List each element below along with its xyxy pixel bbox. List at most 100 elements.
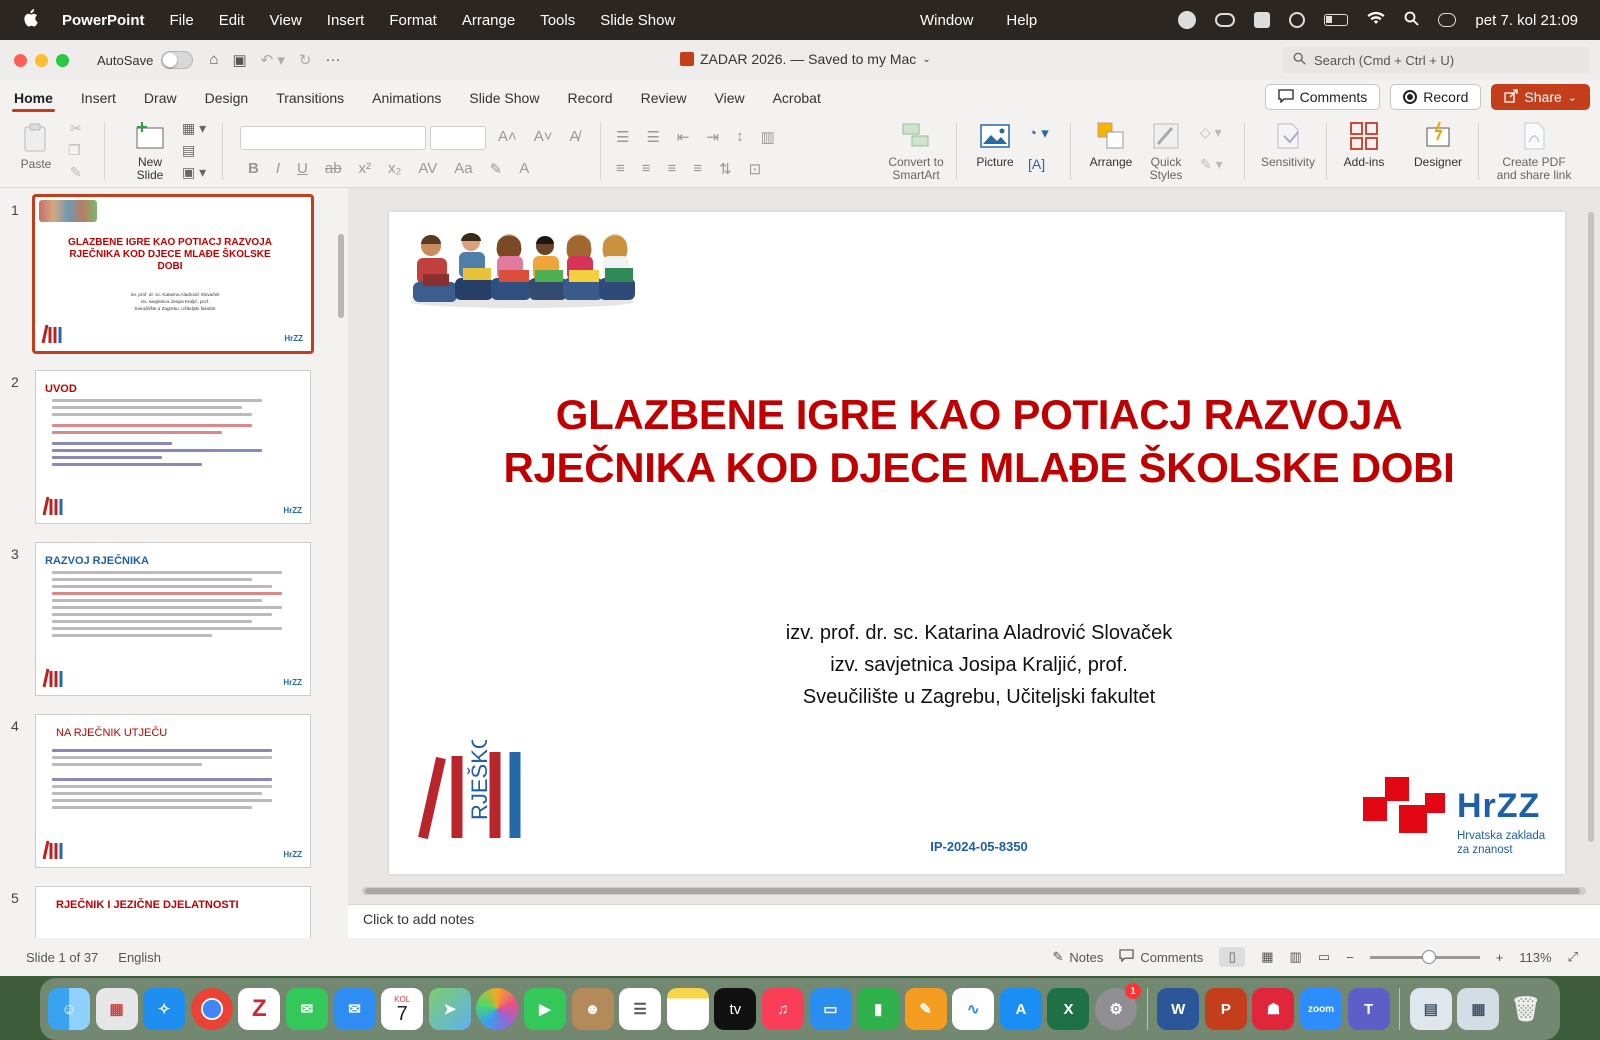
- save-icon[interactable]: ▣: [232, 51, 246, 69]
- launchpad-icon[interactable]: ▦: [95, 988, 138, 1030]
- battery-icon[interactable]: [1324, 14, 1349, 26]
- reading-view-icon[interactable]: ▥: [1290, 949, 1302, 965]
- tab-review[interactable]: Review: [627, 80, 701, 116]
- subscript-icon[interactable]: x₂: [388, 160, 401, 178]
- slide-thumbnail-2[interactable]: UVOD HrZZ: [35, 370, 311, 524]
- zoom-out-icon[interactable]: −: [1346, 950, 1354, 965]
- change-case-icon[interactable]: Aa: [454, 160, 472, 178]
- tab-animations[interactable]: Animations: [358, 80, 455, 116]
- strikethrough-icon[interactable]: ab: [325, 160, 342, 178]
- increase-font-icon[interactable]: A˄: [498, 128, 517, 145]
- slide-thumbnail-5[interactable]: RJEČNIK I JEZIČNE DJELATNOSTI: [35, 886, 311, 944]
- create-pdf-button[interactable]: Create PDF and share link: [1486, 120, 1582, 182]
- menu-window[interactable]: Window: [920, 12, 973, 29]
- document-title[interactable]: ZADAR 2026. — Saved to my Mac ⌄: [680, 51, 931, 67]
- menu-arrange[interactable]: Arrange: [462, 12, 515, 29]
- decrease-font-icon[interactable]: A˅: [534, 128, 553, 145]
- arrange-button[interactable]: Arrange: [1086, 120, 1136, 169]
- tab-design[interactable]: Design: [191, 80, 263, 116]
- music-icon[interactable]: ♫: [761, 988, 804, 1030]
- autosave-toggle[interactable]: [161, 51, 194, 69]
- reminders-icon[interactable]: ☰: [619, 988, 662, 1030]
- current-slide[interactable]: GLAZBENE IGRE KAO POTIACJ RAZVOJA RJEČNI…: [389, 212, 1565, 874]
- apple-icon[interactable]: [22, 8, 42, 32]
- recent-files-stack-icon[interactable]: ▦: [1457, 988, 1500, 1030]
- menu-format[interactable]: Format: [389, 12, 437, 29]
- reset-icon[interactable]: ▤: [182, 142, 195, 159]
- tab-home[interactable]: Home: [0, 80, 67, 116]
- downloads-stack-icon[interactable]: ▤: [1409, 988, 1452, 1030]
- notes-button[interactable]: ✎ Notes: [1052, 949, 1103, 965]
- character-spacing-icon[interactable]: AV: [418, 160, 437, 178]
- numbering-icon[interactable]: ☰: [646, 128, 659, 146]
- share-button[interactable]: Share ⌄: [1491, 84, 1590, 110]
- presenter-view-icon[interactable]: ▭: [1318, 949, 1330, 965]
- wifi-icon[interactable]: [1367, 11, 1385, 29]
- powerpoint-icon[interactable]: P: [1204, 988, 1247, 1030]
- slide-title[interactable]: GLAZBENE IGRE KAO POTIACJ RAZVOJA RJEČNI…: [489, 388, 1469, 494]
- notes-app-icon[interactable]: [666, 988, 709, 1030]
- slide-thumbnail-3[interactable]: RAZVOJ RJEČNIKA HrZZ: [35, 542, 311, 696]
- menu-slide-show[interactable]: Slide Show: [600, 12, 675, 29]
- align-left-icon[interactable]: ≡: [616, 160, 625, 178]
- app-store-icon[interactable]: A: [999, 988, 1042, 1030]
- underline-icon[interactable]: U: [297, 160, 308, 178]
- teams-like-icon[interactable]: ☗: [1252, 988, 1295, 1030]
- font-color-icon[interactable]: A: [519, 160, 529, 178]
- system-settings-icon[interactable]: ⚙ 1: [1095, 983, 1142, 1030]
- home-icon[interactable]: ⌂: [209, 51, 218, 69]
- shapes-icon[interactable]: ◔ ▾: [1028, 124, 1049, 142]
- zoom-icon[interactable]: zoom: [1300, 988, 1343, 1030]
- tab-draw[interactable]: Draw: [130, 80, 191, 116]
- safari-icon[interactable]: ✧: [143, 988, 186, 1030]
- format-painter-icon[interactable]: ✎: [70, 164, 82, 181]
- font-name-dropdown[interactable]: [240, 126, 426, 150]
- more-icon[interactable]: ···: [325, 51, 340, 69]
- notes-pane[interactable]: Click to add notes: [348, 904, 1600, 938]
- clear-formatting-icon[interactable]: A̸: [570, 128, 580, 145]
- calendar-icon[interactable]: KOL 7: [381, 988, 424, 1030]
- tab-acrobat[interactable]: Acrobat: [759, 80, 835, 116]
- comments-button[interactable]: Comments: [1264, 84, 1381, 110]
- zoom-level[interactable]: 113%: [1519, 950, 1551, 965]
- zoom-status-icon[interactable]: [1178, 11, 1197, 29]
- menu-clock[interactable]: pet 7. kol 21:09: [1475, 12, 1578, 29]
- search-box[interactable]: Search (Cmd + Ctrl + U): [1283, 46, 1589, 74]
- font-size-dropdown[interactable]: [430, 126, 486, 150]
- play-icon[interactable]: [1289, 12, 1306, 28]
- facetime-icon[interactable]: ▶: [523, 988, 566, 1030]
- record-button[interactable]: Record: [1390, 84, 1482, 110]
- menu-app-name[interactable]: PowerPoint: [62, 12, 145, 29]
- shape-fill-icon[interactable]: ◇ ▾: [1200, 124, 1222, 141]
- control-center-icon[interactable]: [1438, 13, 1457, 27]
- finder-icon[interactable]: ☺: [48, 988, 90, 1030]
- bold-icon[interactable]: B: [248, 160, 259, 178]
- contacts-icon[interactable]: ☻: [571, 988, 614, 1030]
- messages-icon[interactable]: ✉: [285, 988, 328, 1030]
- keynote-icon[interactable]: ▭: [809, 988, 852, 1030]
- tab-record[interactable]: Record: [553, 80, 626, 116]
- redo-icon[interactable]: ↻: [299, 51, 312, 69]
- chrome-icon[interactable]: [190, 988, 233, 1030]
- close-window-button[interactable]: [14, 53, 27, 67]
- photos-icon[interactable]: [476, 988, 519, 1030]
- tab-view[interactable]: View: [701, 80, 759, 116]
- maps-icon[interactable]: ➤: [428, 988, 471, 1030]
- thumbnail-scrollbar[interactable]: [338, 234, 344, 318]
- tab-transitions[interactable]: Transitions: [262, 80, 358, 116]
- menu-insert[interactable]: Insert: [327, 12, 365, 29]
- scissors-icon[interactable]: ✂: [70, 120, 82, 137]
- tab-insert[interactable]: Insert: [67, 80, 130, 116]
- copy-icon[interactable]: ❐: [68, 142, 81, 159]
- slide-subtitle[interactable]: izv. prof. dr. sc. Katarina Aladrović Sl…: [589, 617, 1369, 713]
- section-icon[interactable]: ▣ ▾: [182, 164, 206, 181]
- trash-icon[interactable]: 🗑: [1505, 988, 1547, 1030]
- vertical-scrollbar[interactable]: [1588, 212, 1594, 842]
- undo-icon[interactable]: ↶ ▾: [261, 51, 285, 69]
- sensitivity-button[interactable]: Sensitivity: [1258, 120, 1318, 169]
- apple-tv-icon[interactable]: tv: [714, 988, 757, 1030]
- zoom-window-button[interactable]: [56, 53, 69, 67]
- status-comments-button[interactable]: Comments: [1119, 949, 1203, 965]
- designer-button[interactable]: Designer: [1410, 120, 1466, 169]
- numbers-icon[interactable]: ▮: [857, 988, 900, 1030]
